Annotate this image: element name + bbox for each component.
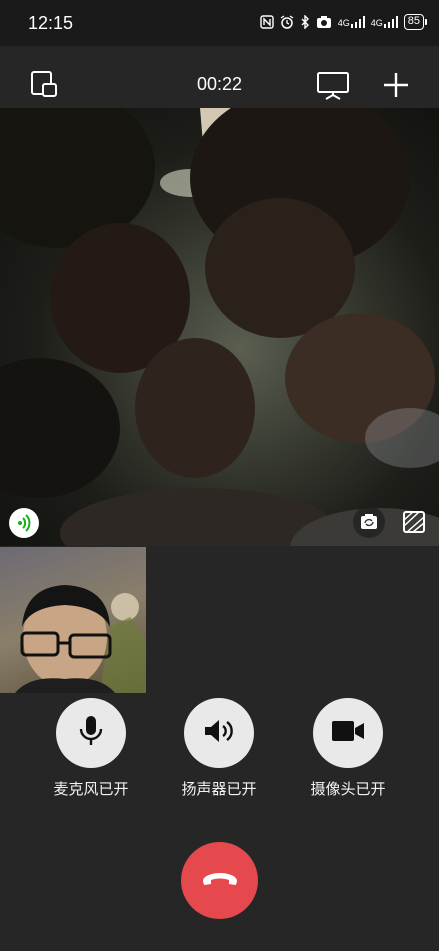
camera-control: 摄像头已开	[293, 698, 403, 799]
alarm-icon	[280, 15, 294, 29]
mic-label: 麦克风已开	[53, 780, 129, 798]
battery-level: 85	[403, 14, 424, 30]
remote-video[interactable]	[0, 108, 439, 546]
add-icon[interactable]	[381, 70, 411, 100]
remote-video-frame	[0, 108, 439, 546]
speaker-toggle-button[interactable]	[184, 698, 254, 768]
local-video-frame	[15, 585, 146, 693]
camera-toggle-button[interactable]	[313, 698, 383, 768]
bluetooth-icon	[300, 15, 310, 29]
speaker-label: 扬声器已开	[181, 780, 257, 798]
speaker-control: 扬声器已开	[164, 698, 274, 799]
nfc-icon	[260, 15, 274, 29]
mic-toggle-button[interactable]	[56, 698, 126, 768]
video-effects-icon[interactable]	[399, 506, 429, 538]
microphone-icon	[78, 715, 104, 751]
speaker-icon	[203, 717, 235, 749]
video-camera-icon	[331, 720, 365, 746]
camera-icon	[316, 15, 332, 29]
local-video-preview[interactable]	[0, 547, 146, 693]
status-time: 12:15	[28, 13, 74, 33]
signal-icon: 4G	[338, 16, 365, 28]
status-bar: 12:15 4G 4G 85	[0, 0, 439, 46]
camera-label: 摄像头已开	[310, 780, 386, 798]
switch-camera-icon[interactable]	[353, 506, 385, 538]
mic-control: 麦克风已开	[36, 698, 146, 799]
phone-hangup-icon	[200, 869, 240, 893]
hang-up-button[interactable]	[181, 842, 258, 919]
signal-icon: 4G	[371, 16, 398, 28]
call-top-bar: 00:22	[0, 46, 439, 108]
call-duration: 00:22	[196, 74, 243, 94]
screen-share-icon[interactable]	[316, 70, 350, 100]
audio-signal-icon[interactable]	[9, 508, 39, 538]
battery-icon: 85	[403, 14, 427, 30]
status-icons: 4G 4G 85	[260, 14, 427, 30]
